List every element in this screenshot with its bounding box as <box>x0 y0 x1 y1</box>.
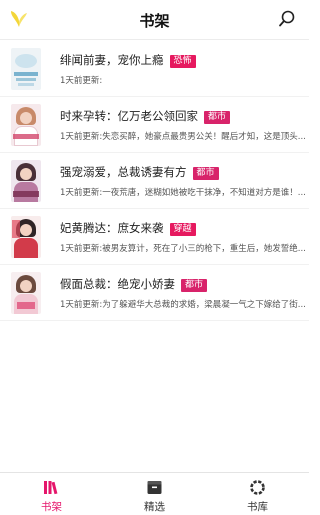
book-item[interactable]: 时来孕转：亿万老公领回家 都市 1天前更新:失恋买醉，她豪点最贵男公关！醒后才知，… <box>0 97 309 153</box>
bottom-tab-bar: 书架 精选 书库 <box>0 472 309 515</box>
book-cover <box>11 272 41 314</box>
book-cover <box>11 104 41 146</box>
featured-box-icon <box>147 481 162 494</box>
book-title: 假面总裁：绝宠小娇妻 都市 <box>60 276 208 292</box>
top-bar: 书架 <box>0 0 309 40</box>
book-title: 时来孕转：亿万老公领回家 都市 <box>60 108 231 124</box>
book-title: 绯闻前妻，宠你上瘾 恐怖 <box>60 52 196 68</box>
update-info: 1天前更新:被男友算计，死在了小三的枪下，重生后，她发誓绝... <box>60 244 306 254</box>
genre-tag: 都市 <box>204 111 231 124</box>
library-ring-icon <box>250 480 265 495</box>
page-title: 书架 <box>139 12 170 30</box>
genre-tag: 都市 <box>181 279 208 292</box>
genre-tag: 穿越 <box>169 223 196 236</box>
search-icon[interactable] <box>277 9 297 29</box>
tab-label: 精选 <box>144 501 165 513</box>
book-item[interactable]: 妃黄腾达：庶女来袭 穿越 1天前更新:被男友算计，死在了小三的枪下，重生后，她发誓… <box>0 209 309 265</box>
book-cover <box>11 48 41 90</box>
book-cover <box>11 160 41 202</box>
genre-tag: 恐怖 <box>169 55 196 68</box>
book-item[interactable]: 绯闻前妻，宠你上瘾 恐怖 1天前更新: <box>0 41 309 97</box>
genre-tag: 都市 <box>192 167 219 180</box>
bookshelf-list: 绯闻前妻，宠你上瘾 恐怖 1天前更新: 时来孕转：亿万老公领回家 都市 1天前更新:… <box>0 41 309 321</box>
book-item[interactable]: 强宠溺爱，总裁诱妻有方 都市 1天前更新:一夜荒唐，迷糊如她被吃干抹净，不知道对方… <box>0 153 309 209</box>
update-info: 1天前更新:失恋买醉，她豪点最贵男公关！醒后才知，这是顶头... <box>60 132 306 142</box>
tab-library[interactable]: 书库 <box>206 473 309 515</box>
tab-featured[interactable]: 精选 <box>103 473 206 515</box>
update-info: 1天前更新: <box>60 76 103 86</box>
update-info: 1天前更新:为了躲避华大总裁的求婚，梁晨凝一气之下嫁给了街... <box>60 300 306 310</box>
book-title: 强宠溺爱，总裁诱妻有方 都市 <box>60 164 219 180</box>
tab-label: 书库 <box>247 501 268 513</box>
book-title: 妃黄腾达：庶女来袭 穿越 <box>60 220 196 236</box>
tab-bookshelf[interactable]: 书架 <box>0 473 103 515</box>
bookshelf-icon <box>44 481 58 495</box>
book-item[interactable]: 假面总裁：绝宠小娇妻 都市 1天前更新:为了躲避华大总裁的求婚，梁晨凝一气之下嫁给… <box>0 265 309 321</box>
update-info: 1天前更新:一夜荒唐，迷糊如她被吃干抹净，不知道对方是谁！... <box>60 188 306 198</box>
tab-label: 书架 <box>41 501 62 513</box>
book-cover <box>11 216 41 258</box>
